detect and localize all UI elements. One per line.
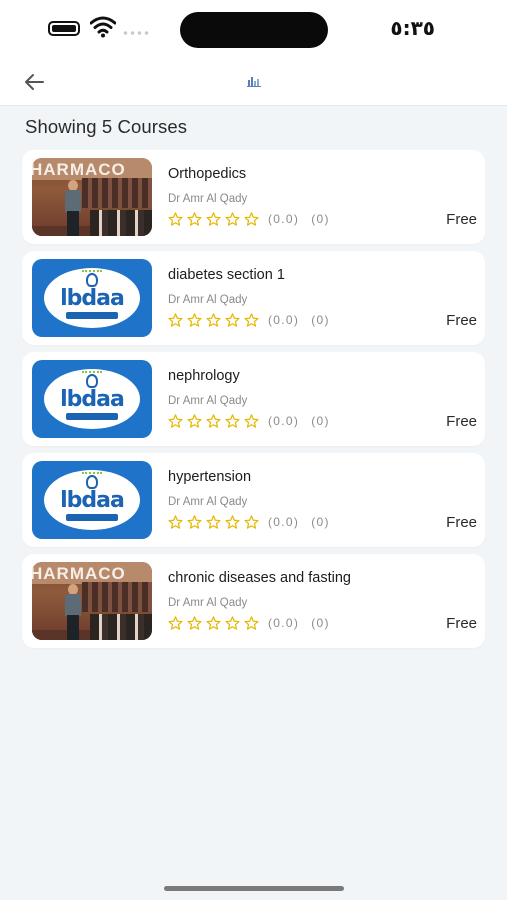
review-count: (0)	[311, 616, 330, 630]
course-price: Free	[446, 615, 477, 632]
ibdaa-logo: lbdaa	[44, 470, 140, 530]
course-thumbnail: lbdaa	[32, 360, 152, 438]
rating-row: (0.0) (0)	[168, 615, 330, 631]
ibdaa-logo: lbdaa	[44, 369, 140, 429]
review-count: (0)	[311, 515, 330, 529]
star-outline-icon	[168, 212, 183, 226]
star-outline-icon	[225, 212, 240, 226]
star-outline-icon	[244, 212, 259, 226]
star-outline-icon	[206, 212, 221, 226]
course-price: Free	[446, 211, 477, 228]
rating-row: (0.0) (0)	[168, 413, 330, 429]
course-instructor: Dr Amr Al Qady	[168, 193, 248, 205]
star-outline-icon	[206, 515, 221, 529]
rating-row: (0.0) (0)	[168, 211, 330, 227]
course-instructor: Dr Amr Al Qady	[168, 597, 248, 609]
thumbnail-banner-text: HARMACO	[32, 160, 126, 179]
star-outline-icon	[225, 515, 240, 529]
star-outline-icon	[244, 313, 259, 327]
ibdaa-logo: lbdaa	[44, 268, 140, 328]
review-count: (0)	[311, 313, 330, 327]
course-thumbnail: HARMACO	[32, 562, 152, 640]
back-button[interactable]	[20, 68, 48, 96]
rating-value: (0.0)	[268, 414, 300, 428]
star-outline-icon	[225, 616, 240, 630]
rating-row: (0.0) (0)	[168, 312, 330, 328]
signal-dots-icon	[122, 31, 150, 35]
star-outline-icon	[206, 414, 221, 428]
chart-icon	[247, 77, 261, 87]
wifi-icon	[90, 16, 116, 38]
battery-icon	[48, 21, 80, 36]
rating-row: (0.0) (0)	[168, 514, 330, 530]
dynamic-island	[180, 12, 328, 48]
star-outline-icon	[206, 313, 221, 327]
rating-value: (0.0)	[268, 313, 300, 327]
course-title: nephrology	[168, 368, 240, 384]
course-card[interactable]: lbdaa diabetes section 1 Dr Amr Al Qady (0.…	[22, 251, 485, 345]
course-instructor: Dr Amr Al Qady	[168, 496, 248, 508]
status-bar: ٥:٣٥	[0, 0, 507, 58]
course-title: chronic diseases and fasting	[168, 570, 351, 586]
star-outline-icon	[244, 616, 259, 630]
course-thumbnail: lbdaa	[32, 259, 152, 337]
course-card[interactable]: HARMACO Orthopedics Dr Amr Al Qady (0.0) (0)…	[22, 150, 485, 244]
star-outline-icon	[225, 414, 240, 428]
course-price: Free	[446, 312, 477, 329]
rating-value: (0.0)	[268, 616, 300, 630]
app-bar	[0, 58, 507, 106]
home-indicator	[164, 886, 344, 891]
course-thumbnail: lbdaa	[32, 461, 152, 539]
star-outline-icon	[187, 616, 202, 630]
star-outline-icon	[244, 515, 259, 529]
star-outline-icon	[206, 616, 221, 630]
course-card[interactable]: HARMACO chronic diseases and fasting Dr Am…	[22, 554, 485, 648]
course-title: Orthopedics	[168, 166, 247, 182]
course-thumbnail: HARMACO	[32, 158, 152, 236]
course-price: Free	[446, 514, 477, 531]
star-outline-icon	[168, 515, 183, 529]
course-title: hypertension	[168, 469, 252, 485]
course-card[interactable]: lbdaa hypertension Dr Amr Al Qady (0.0) (0) F…	[22, 453, 485, 547]
arrow-left-icon	[25, 74, 44, 90]
thumbnail-banner-text: HARMACO	[32, 564, 126, 583]
star-outline-icon	[187, 212, 202, 226]
star-outline-icon	[187, 414, 202, 428]
course-card[interactable]: lbdaa nephrology Dr Amr Al Qady (0.0) (0) Fre…	[22, 352, 485, 446]
course-instructor: Dr Amr Al Qady	[168, 294, 248, 306]
star-outline-icon	[187, 313, 202, 327]
star-outline-icon	[244, 414, 259, 428]
star-outline-icon	[168, 616, 183, 630]
course-instructor: Dr Amr Al Qady	[168, 395, 248, 407]
courses-count-label: Showing 5 Courses	[25, 116, 188, 137]
rating-value: (0.0)	[268, 515, 300, 529]
course-list: HARMACO Orthopedics Dr Amr Al Qady (0.0) (0)…	[22, 150, 485, 655]
course-title: diabetes section 1	[168, 267, 285, 283]
rating-value: (0.0)	[268, 212, 300, 226]
course-price: Free	[446, 413, 477, 430]
star-outline-icon	[168, 414, 183, 428]
review-count: (0)	[311, 414, 330, 428]
review-count: (0)	[311, 212, 330, 226]
star-outline-icon	[187, 515, 202, 529]
status-time: ٥:٣٥	[390, 16, 435, 40]
star-outline-icon	[225, 313, 240, 327]
star-outline-icon	[168, 313, 183, 327]
